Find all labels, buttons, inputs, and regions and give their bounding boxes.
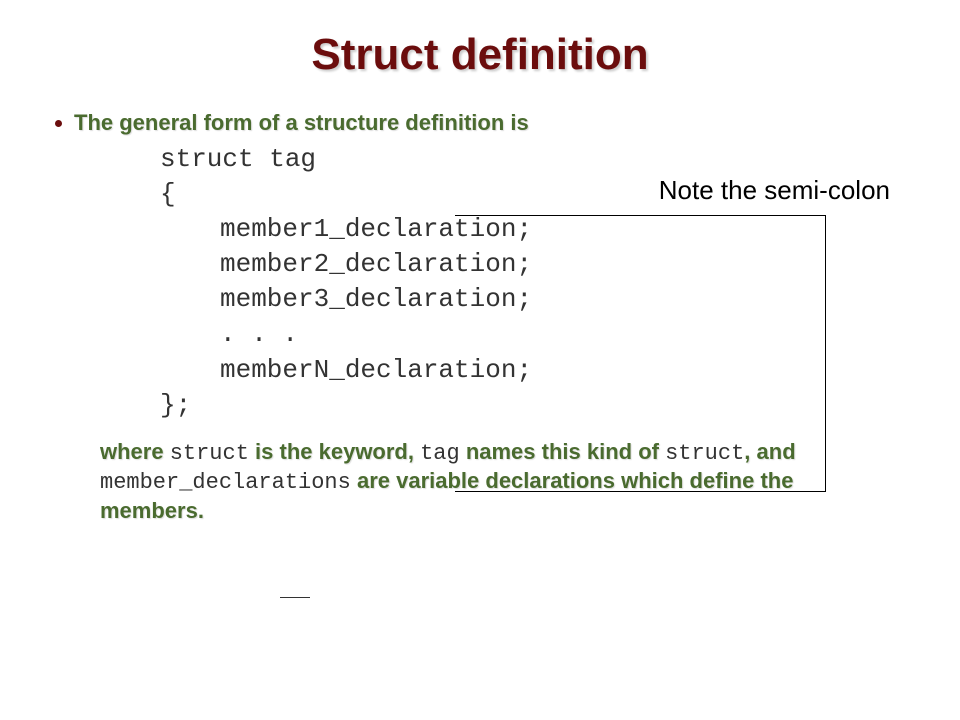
bullet-dot-icon	[55, 120, 62, 127]
semicolon-note: Note the semi-colon	[659, 175, 890, 206]
desc-code: tag	[420, 441, 460, 466]
underline-mark-icon	[280, 597, 310, 598]
bullet-row: The general form of a structure definiti…	[55, 110, 910, 136]
slide-title: Struct definition	[50, 30, 910, 80]
slide: Struct definition The general form of a …	[0, 0, 960, 544]
desc-text: is the keyword,	[249, 439, 420, 464]
code-line: struct tag	[160, 142, 910, 177]
desc-code: struct	[170, 441, 249, 466]
desc-code: member_declarations	[100, 470, 351, 495]
desc-text: where	[100, 439, 170, 464]
callout-bracket-icon	[455, 215, 826, 492]
bullet-text: The general form of a structure definiti…	[74, 110, 529, 136]
